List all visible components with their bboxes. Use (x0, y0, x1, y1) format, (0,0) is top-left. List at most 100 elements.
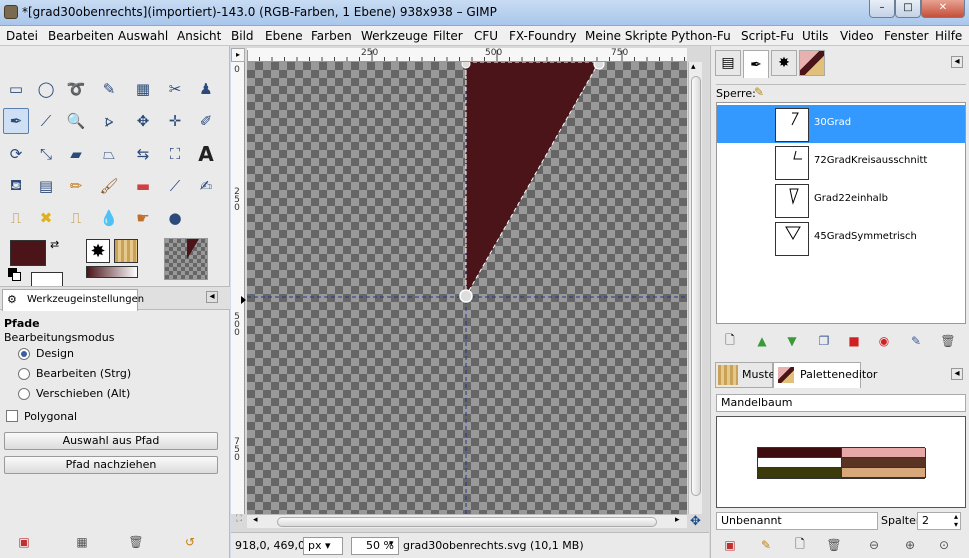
lower-path-icon[interactable]: ▼ (783, 332, 801, 350)
menu-cfu[interactable]: CFU (474, 29, 498, 43)
paths-tool-icon[interactable]: ✒ (3, 108, 29, 134)
align-icon[interactable]: ✛ (162, 108, 188, 134)
bucket-fill-icon[interactable]: ⛾ (3, 173, 29, 199)
dodge-burn-icon[interactable]: ● (162, 205, 188, 231)
menu-video[interactable]: Video (840, 29, 874, 43)
menu-meine-skripte[interactable]: Meine Skripte (585, 29, 667, 43)
menu-filter[interactable]: Filter (433, 29, 463, 43)
menu-hilfe[interactable]: Hilfe (935, 29, 962, 43)
scroll-up-icon[interactable]: ▴ (691, 62, 696, 72)
tab-tool-options[interactable]: ⚙ Werkzeugeinstellungen (2, 289, 144, 311)
palette-swatch[interactable] (758, 448, 842, 458)
free-select-icon[interactable]: ➰ (63, 76, 89, 102)
zoom-out-icon[interactable]: ⊖ (865, 536, 883, 554)
delete-color-icon[interactable]: 🗑 (825, 536, 843, 554)
mode-design-radio[interactable] (18, 348, 30, 360)
columns-spinner[interactable]: 2 ▴ ▾ (917, 512, 961, 530)
dock-menu-icon[interactable]: ◂ (951, 56, 963, 68)
eraser-icon[interactable]: ▬ (130, 173, 156, 199)
palette-swatch[interactable] (842, 458, 926, 468)
spinner-arrows-icon[interactable]: ▴ ▾ (954, 513, 958, 529)
menu-fx-foundry[interactable]: FX-Foundry (509, 29, 577, 43)
delete-path-icon[interactable]: 🗑 (939, 332, 957, 350)
unit-select[interactable]: px ▾ (303, 537, 343, 555)
color-name-field[interactable]: Unbenannt (716, 512, 878, 530)
save-options-icon[interactable]: ▣ (14, 532, 34, 552)
path-row-72grad[interactable]: 72GradKreisausschnitt (717, 143, 965, 181)
path-to-selection-icon[interactable]: ■ (845, 332, 863, 350)
menu-fenster[interactable]: Fenster (884, 29, 929, 43)
zoom-dropdown-icon[interactable]: ▾ (389, 539, 394, 549)
shear-icon[interactable]: ▰ (63, 141, 89, 167)
foreground-select-icon[interactable]: ♟ (193, 76, 219, 102)
scale-icon[interactable]: ⤡ (33, 141, 59, 167)
palette-name-field[interactable]: Mandelbaum (716, 394, 966, 412)
edit-color-icon[interactable]: ✎ (757, 536, 775, 554)
menu-ansicht[interactable]: Ansicht (177, 29, 221, 43)
path-row-45grad[interactable]: 45GradSymmetrisch (717, 219, 965, 257)
tab-patterns[interactable]: Muster (715, 362, 780, 388)
scroll-left-icon[interactable]: ◂ (253, 515, 258, 525)
vertical-ruler[interactable]: 0 250 500 750 (231, 62, 245, 514)
selection-from-path-button[interactable]: Auswahl aus Pfad (4, 432, 218, 450)
ink-icon[interactable]: ✍ (193, 173, 219, 199)
airbrush-icon[interactable]: ⟋ (162, 173, 188, 199)
pattern-indicator-icon[interactable] (114, 239, 138, 263)
stroke-path-button[interactable]: Pfad nachziehen (4, 456, 218, 474)
swap-colors-icon[interactable]: ⇄ (50, 238, 59, 251)
pencil-icon[interactable]: ✏ (63, 173, 89, 199)
fuzzy-select-icon[interactable]: ✎ (96, 76, 122, 102)
palette-swatch-view[interactable] (716, 416, 966, 508)
zoom-all-icon[interactable]: ⊙ (935, 536, 953, 554)
minimize-button[interactable]: – (869, 0, 895, 18)
path-row-30grad[interactable]: 30Grad (717, 105, 965, 143)
duplicate-path-icon[interactable]: ❐ (815, 332, 833, 350)
delete-options-icon[interactable]: 🗑 (126, 532, 146, 552)
tab-palette-editor[interactable]: Paletteneditor (773, 362, 877, 388)
move-icon[interactable]: ✥ (130, 108, 156, 134)
menu-farben[interactable]: Farben (311, 29, 352, 43)
menu-script-fu[interactable]: Script-Fu (741, 29, 794, 43)
restore-options-icon[interactable]: ▦ (72, 532, 92, 552)
tab-palettes-icon[interactable] (799, 50, 825, 76)
close-button[interactable]: ✕ (921, 0, 965, 18)
tab-brushes-icon[interactable]: ✸ (771, 50, 797, 76)
path-row-grad22[interactable]: Grad22einhalb (717, 181, 965, 219)
menu-ebene[interactable]: Ebene (265, 29, 303, 43)
horizontal-scrollbar[interactable]: ◂ ▸ (247, 514, 687, 528)
stroke-path-icon[interactable]: ✎ (907, 332, 925, 350)
color-select-icon[interactable]: ▦ (130, 76, 156, 102)
vertical-scroll-thumb[interactable] (691, 76, 701, 496)
gradient-indicator[interactable] (86, 266, 138, 278)
text-tool-icon[interactable]: A (193, 141, 219, 167)
brush-indicator-icon[interactable]: ✸ (86, 239, 110, 263)
menu-python-fu[interactable]: Python-Fu (671, 29, 731, 43)
navigate-corner-icon[interactable]: ⛶ (231, 514, 247, 528)
palette-swatch[interactable] (842, 448, 926, 458)
zoom-in-icon[interactable]: ⊕ (901, 536, 919, 554)
reset-options-icon[interactable]: ↺ (180, 532, 200, 552)
heal-icon[interactable]: ✖ (33, 205, 59, 231)
palette-swatch[interactable] (842, 468, 926, 478)
menu-bearbeiten[interactable]: Bearbeiten (48, 29, 114, 43)
horizontal-scroll-thumb[interactable] (277, 517, 657, 527)
mode-edit-radio[interactable] (18, 368, 30, 380)
panel-menu-icon[interactable]: ◂ (206, 291, 218, 303)
raise-path-icon[interactable]: ▲ (753, 332, 771, 350)
perspective-icon[interactable]: ⏢ (96, 141, 122, 167)
polygonal-checkbox[interactable] (6, 410, 18, 422)
smudge-icon[interactable]: ☛ (130, 205, 156, 231)
perspective-clone-icon[interactable]: ⎍ (63, 205, 89, 231)
palette-swatch[interactable] (758, 458, 842, 468)
image-canvas[interactable] (247, 62, 687, 514)
vertical-scrollbar[interactable]: ▴ (688, 62, 702, 514)
palette-swatch[interactable] (758, 468, 842, 478)
lock-stroke-icon[interactable]: ✎ (754, 85, 764, 99)
ellipse-select-icon[interactable]: ◯ (33, 76, 59, 102)
paintbrush-icon[interactable]: 🖌 (96, 173, 122, 199)
menu-utils[interactable]: Utils (802, 29, 828, 43)
scroll-right-icon[interactable]: ▸ (675, 515, 680, 525)
color-picker-icon[interactable]: ⟋ (33, 108, 59, 134)
scissors-select-icon[interactable]: ✂ (162, 76, 188, 102)
mode-move-radio[interactable] (18, 388, 30, 400)
